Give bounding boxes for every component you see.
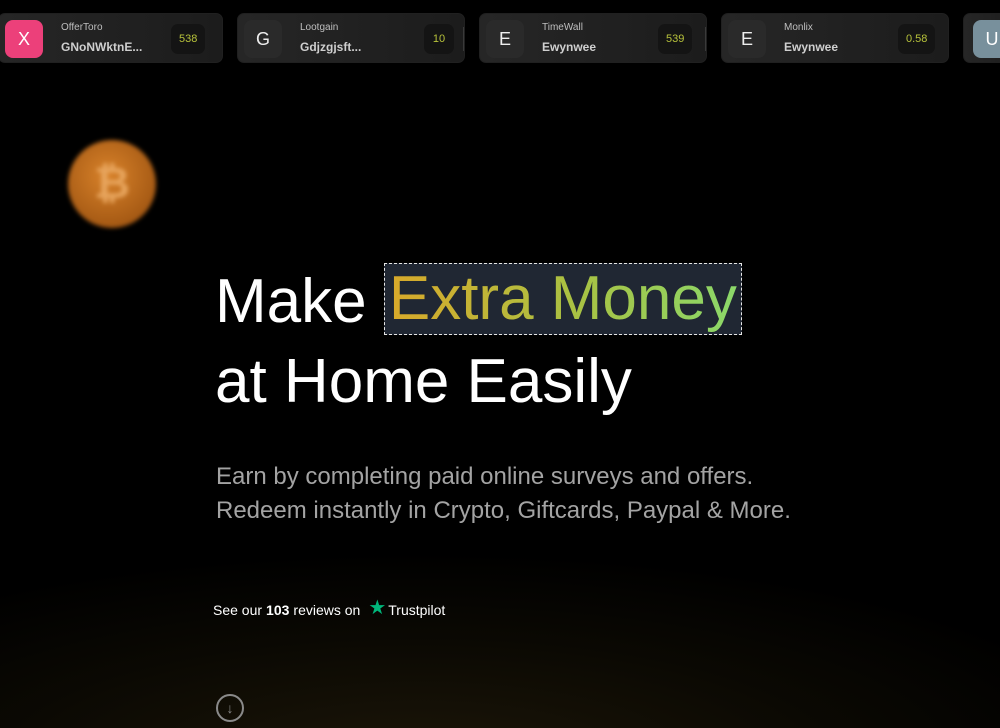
username: GNoNWktnE... <box>61 40 143 54</box>
arrow-down-icon[interactable]: ↓ <box>216 694 244 722</box>
username: Ewynwee <box>784 40 839 54</box>
earnings-ticker: X OfferToro GNoNWktnE... 538 G Lootgain … <box>0 0 1000 76</box>
earned-amount: 538 <box>171 24 206 54</box>
bitcoin-icon: ₿ <box>68 140 156 228</box>
divider <box>705 27 706 51</box>
username: Gdjzgjsft... <box>300 40 362 54</box>
ticker-card[interactable]: U <box>963 13 1000 63</box>
offerwall-name: OfferToro <box>61 22 103 33</box>
ticker-card[interactable]: E TimeWall Ewynwee 539 <box>479 13 707 63</box>
user-avatar: E <box>728 20 766 58</box>
user-avatar: G <box>244 20 282 58</box>
username: Ewynwee <box>542 40 597 54</box>
hero-title: Make Extra Money at Home Easily <box>215 262 742 422</box>
earned-amount: 0.58 <box>898 24 936 54</box>
trustpilot-reviews-link[interactable]: See our 103 reviews on ★ Trustpilot <box>213 597 445 622</box>
divider <box>463 27 464 51</box>
earned-amount: 10 <box>424 24 454 54</box>
user-avatar: U <box>973 20 1000 58</box>
title-line-2: at Home Easily <box>215 347 632 416</box>
user-avatar: E <box>486 20 524 58</box>
subtitle-line-1: Earn by completing paid online surveys a… <box>216 463 754 490</box>
reviews-prefix: See our <box>213 601 263 618</box>
title-prefix: Make <box>215 267 367 336</box>
offerwall-name: TimeWall <box>542 22 583 33</box>
offerwall-name: Monlix <box>784 22 813 33</box>
subtitle-line-2: Redeem instantly in Crypto, Giftcards, P… <box>216 497 791 524</box>
title-highlight[interactable]: Extra Money <box>383 263 742 335</box>
ticker-card[interactable]: X OfferToro GNoNWktnE... 538 <box>0 13 223 63</box>
star-icon: ★ <box>368 597 387 619</box>
reviews-suffix: reviews on <box>293 601 361 618</box>
offerwall-name: Lootgain <box>300 22 339 33</box>
ticker-card[interactable]: E Monlix Ewynwee 0.58 <box>721 13 949 63</box>
earned-amount: 539 <box>658 24 693 54</box>
user-avatar: X <box>5 20 43 58</box>
hero-subtitle: Earn by completing paid online surveys a… <box>216 460 791 528</box>
trustpilot-brand: Trustpilot <box>388 601 446 618</box>
reviews-count: 103 <box>266 601 290 618</box>
trustpilot-logo: ★ Trustpilot <box>368 597 445 622</box>
ticker-card[interactable]: G Lootgain Gdjzgjsft... 10 <box>237 13 465 63</box>
